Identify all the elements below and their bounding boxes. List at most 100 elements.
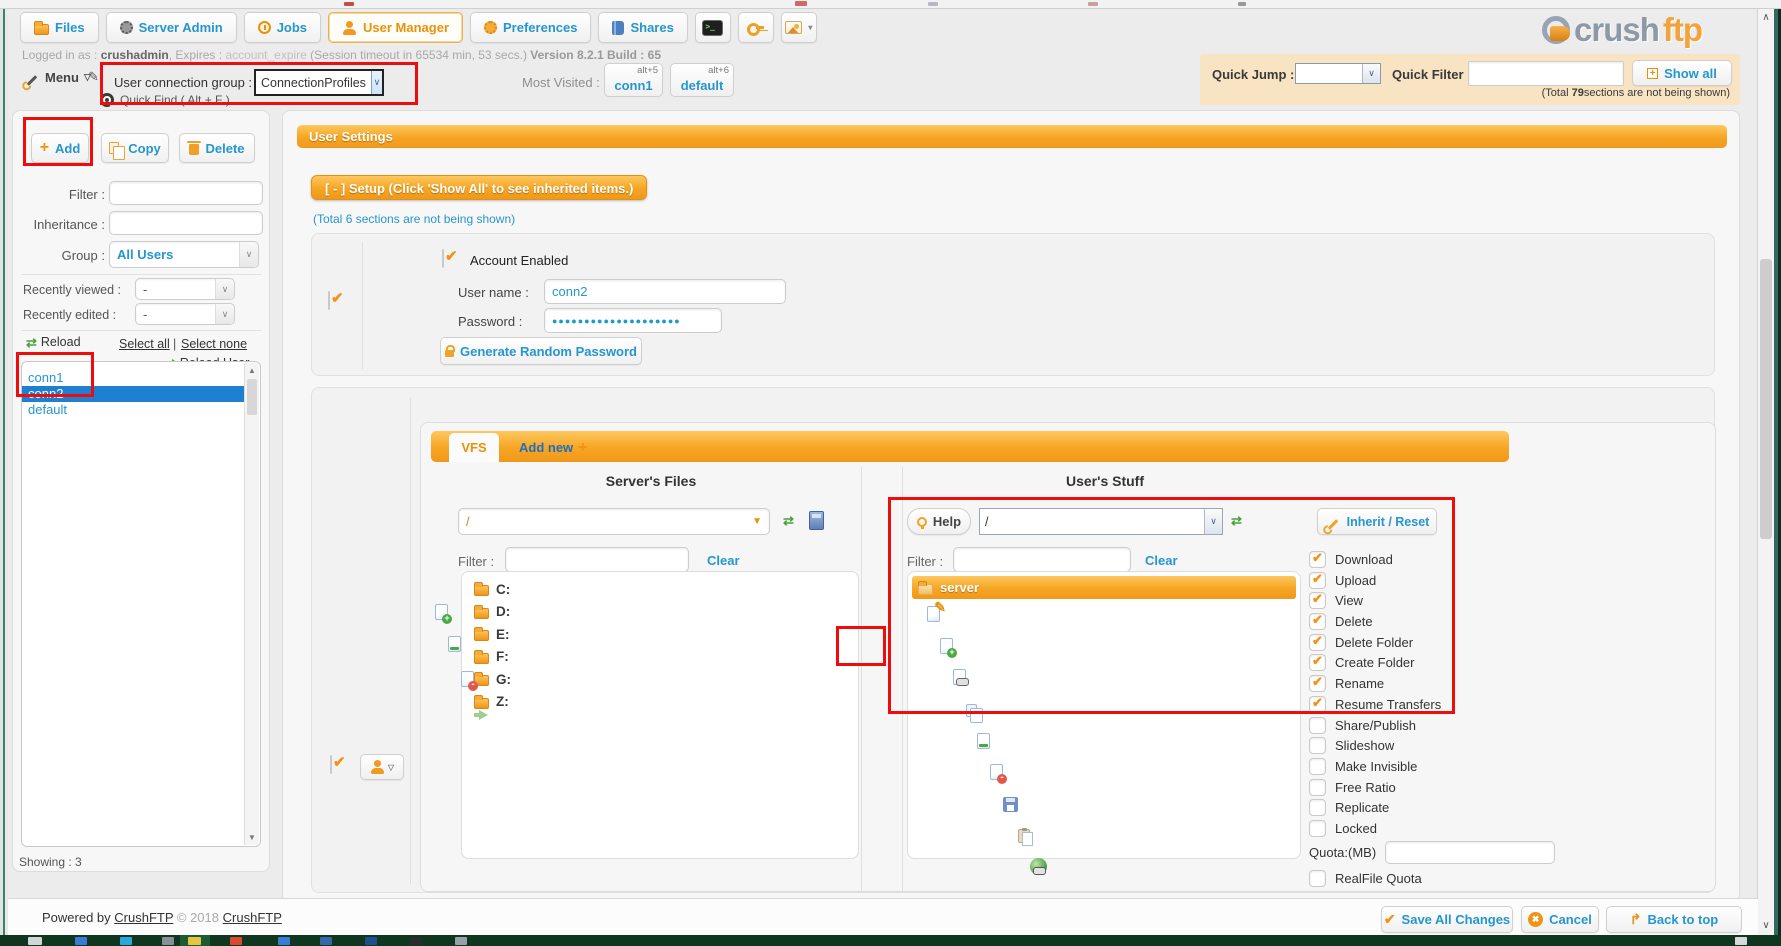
user-list-item-default[interactable]: default	[22, 402, 244, 418]
select-none-link[interactable]: Select none	[181, 337, 247, 351]
web-link-icon[interactable]	[1030, 858, 1047, 875]
drive-row-g[interactable]: G:	[462, 668, 858, 691]
user-list-scrollbar[interactable]: ▲ ▼	[244, 363, 259, 845]
user-filter-clear-link[interactable]: Clear	[1145, 553, 1178, 568]
add-user-button[interactable]: + Add	[31, 133, 89, 163]
recently-viewed-select[interactable]: - ∨	[135, 278, 235, 300]
toolbar-terminal-button[interactable]	[695, 12, 731, 43]
quick-find[interactable]: Quick Find ( Alt + F )	[100, 93, 230, 107]
server-filter-input[interactable]	[505, 547, 689, 572]
add-item-icon[interactable]	[940, 638, 953, 654]
drive-row-f[interactable]: F:	[462, 646, 858, 669]
drive-row-e[interactable]: E:	[462, 623, 858, 646]
tab-server-admin[interactable]: Server Admin	[106, 12, 237, 43]
scroll-down-icon[interactable]: ▼	[245, 833, 259, 842]
page-vertical-scrollbar[interactable]: ∧ ∨	[1757, 9, 1774, 935]
user-stuff-item-server[interactable]: server	[912, 576, 1296, 599]
permission-checkbox-share-publish[interactable]	[1309, 717, 1326, 734]
vfs-section-checkbox[interactable]	[330, 755, 332, 774]
permission-checkbox-delete[interactable]	[1309, 613, 1326, 630]
edit-item-icon[interactable]	[927, 606, 940, 622]
permission-checkbox-rename[interactable]	[1309, 675, 1326, 692]
drive-row-d[interactable]: D:	[462, 601, 858, 624]
user-type-button[interactable]: ▽	[360, 754, 404, 780]
inheritance-input[interactable]	[109, 211, 263, 235]
tab-jobs[interactable]: Jobs	[244, 12, 321, 43]
toolbar-image-button[interactable]: ▾	[781, 12, 817, 43]
crushftp-link-2[interactable]: CrushFTP	[223, 910, 282, 925]
windows-taskbar[interactable]	[0, 935, 1781, 946]
show-all-button[interactable]: + Show all	[1632, 60, 1732, 86]
drive-row-c[interactable]: C:	[462, 578, 858, 601]
permission-checkbox-realfile-quota[interactable]	[1309, 870, 1326, 887]
generate-random-password-button[interactable]: Generate Random Password	[440, 337, 642, 365]
save-item-icon[interactable]	[1003, 797, 1018, 812]
quota-input[interactable]	[1385, 841, 1555, 864]
permission-checkbox-download[interactable]	[1309, 551, 1326, 568]
modify-file-icon[interactable]	[448, 636, 461, 652]
username-input[interactable]: conn2	[544, 279, 786, 304]
permission-checkbox-create-folder[interactable]	[1309, 654, 1326, 671]
user-path-select[interactable]: / ∨	[979, 508, 1223, 535]
delete-user-button[interactable]: Delete	[179, 133, 255, 163]
account-enabled-checkbox[interactable]	[442, 249, 444, 268]
reload-link[interactable]: ⇄ Reload	[26, 335, 81, 349]
crushftp-link-1[interactable]: CrushFTP	[114, 910, 173, 925]
sidebar-filter-input[interactable]	[109, 181, 263, 205]
tab-preferences[interactable]: Preferences	[470, 12, 591, 43]
paste-item-icon[interactable]	[1018, 829, 1030, 843]
page-scrollbar-thumb[interactable]	[1760, 259, 1772, 539]
user-list-item-conn2[interactable]: conn2	[22, 386, 244, 402]
drive-row-z[interactable]: Z:	[462, 691, 858, 714]
account-section-checkbox[interactable]	[328, 291, 330, 310]
permission-checkbox-replicate[interactable]	[1309, 799, 1326, 816]
most-visited-default[interactable]: alt+6default	[670, 63, 734, 97]
tab-shares[interactable]: Shares	[598, 12, 687, 43]
permission-checkbox-free-ratio[interactable]	[1309, 779, 1326, 796]
link-item-icon[interactable]	[953, 669, 966, 685]
server-refresh-icon[interactable]: ⇄	[783, 514, 794, 527]
permission-checkbox-locked[interactable]	[1309, 820, 1326, 837]
permission-checkbox-view[interactable]	[1309, 592, 1326, 609]
server-drive-icon[interactable]	[809, 511, 824, 530]
tab-files[interactable]: Files	[20, 12, 99, 43]
quick-filter-input[interactable]	[1468, 61, 1624, 86]
save-all-changes-button[interactable]: ✔ Save All Changes	[1381, 906, 1513, 933]
user-refresh-icon[interactable]: ⇄	[1231, 514, 1242, 527]
connection-group-select[interactable]: ConnectionProfiles ∨	[254, 69, 384, 96]
server-filter-clear-link[interactable]: Clear	[707, 553, 740, 568]
remove-item-icon[interactable]	[990, 764, 1003, 780]
permission-checkbox-delete-folder[interactable]	[1309, 634, 1326, 651]
quick-jump-select[interactable]: ∨	[1295, 63, 1381, 84]
menu-dropdown[interactable]: Menu ▽	[24, 70, 91, 85]
scroll-up-icon[interactable]: ▲	[245, 366, 259, 375]
back-to-top-button[interactable]: ↱ Back to top	[1606, 906, 1742, 933]
cancel-button[interactable]: ✖ Cancel	[1521, 906, 1599, 933]
help-button[interactable]: Help	[907, 508, 971, 535]
scrollbar-thumb[interactable]	[247, 379, 257, 415]
server-path-combo[interactable]: / ▼	[458, 508, 770, 535]
permission-checkbox-make-invisible[interactable]	[1309, 758, 1326, 775]
edit-pencil-icon[interactable]: ✎	[88, 69, 99, 85]
copy-user-button[interactable]: Copy	[101, 133, 169, 163]
user-filter-input[interactable]	[953, 547, 1131, 572]
tab-add-new[interactable]: Add new +	[507, 433, 600, 462]
select-all-link[interactable]: Select all	[119, 337, 170, 351]
group-select[interactable]: All Users ∨	[109, 241, 259, 268]
most-visited-conn1[interactable]: alt+5conn1	[604, 63, 663, 97]
add-file-icon[interactable]	[435, 604, 448, 620]
modify-item-icon[interactable]	[977, 733, 990, 749]
page-scroll-down-icon[interactable]: ∨	[1758, 918, 1774, 934]
apply-arrow-icon[interactable]	[479, 710, 488, 720]
user-list-item-conn1[interactable]: conn1	[22, 370, 244, 386]
permission-checkbox-slideshow[interactable]	[1309, 737, 1326, 754]
tab-user-manager[interactable]: User Manager	[328, 12, 463, 43]
copy-item-icon[interactable]	[966, 704, 977, 717]
recently-edited-select[interactable]: - ∨	[135, 303, 235, 325]
permission-checkbox-upload[interactable]	[1309, 572, 1326, 589]
permission-checkbox-resume-transfers[interactable]	[1309, 696, 1326, 713]
password-input[interactable]: ●●●●●●●●●●●●●●●●●●●●	[544, 308, 722, 333]
toolbar-key-button[interactable]	[738, 12, 774, 43]
tab-vfs[interactable]: VFS	[449, 433, 499, 462]
remove-file-icon[interactable]	[461, 671, 474, 687]
